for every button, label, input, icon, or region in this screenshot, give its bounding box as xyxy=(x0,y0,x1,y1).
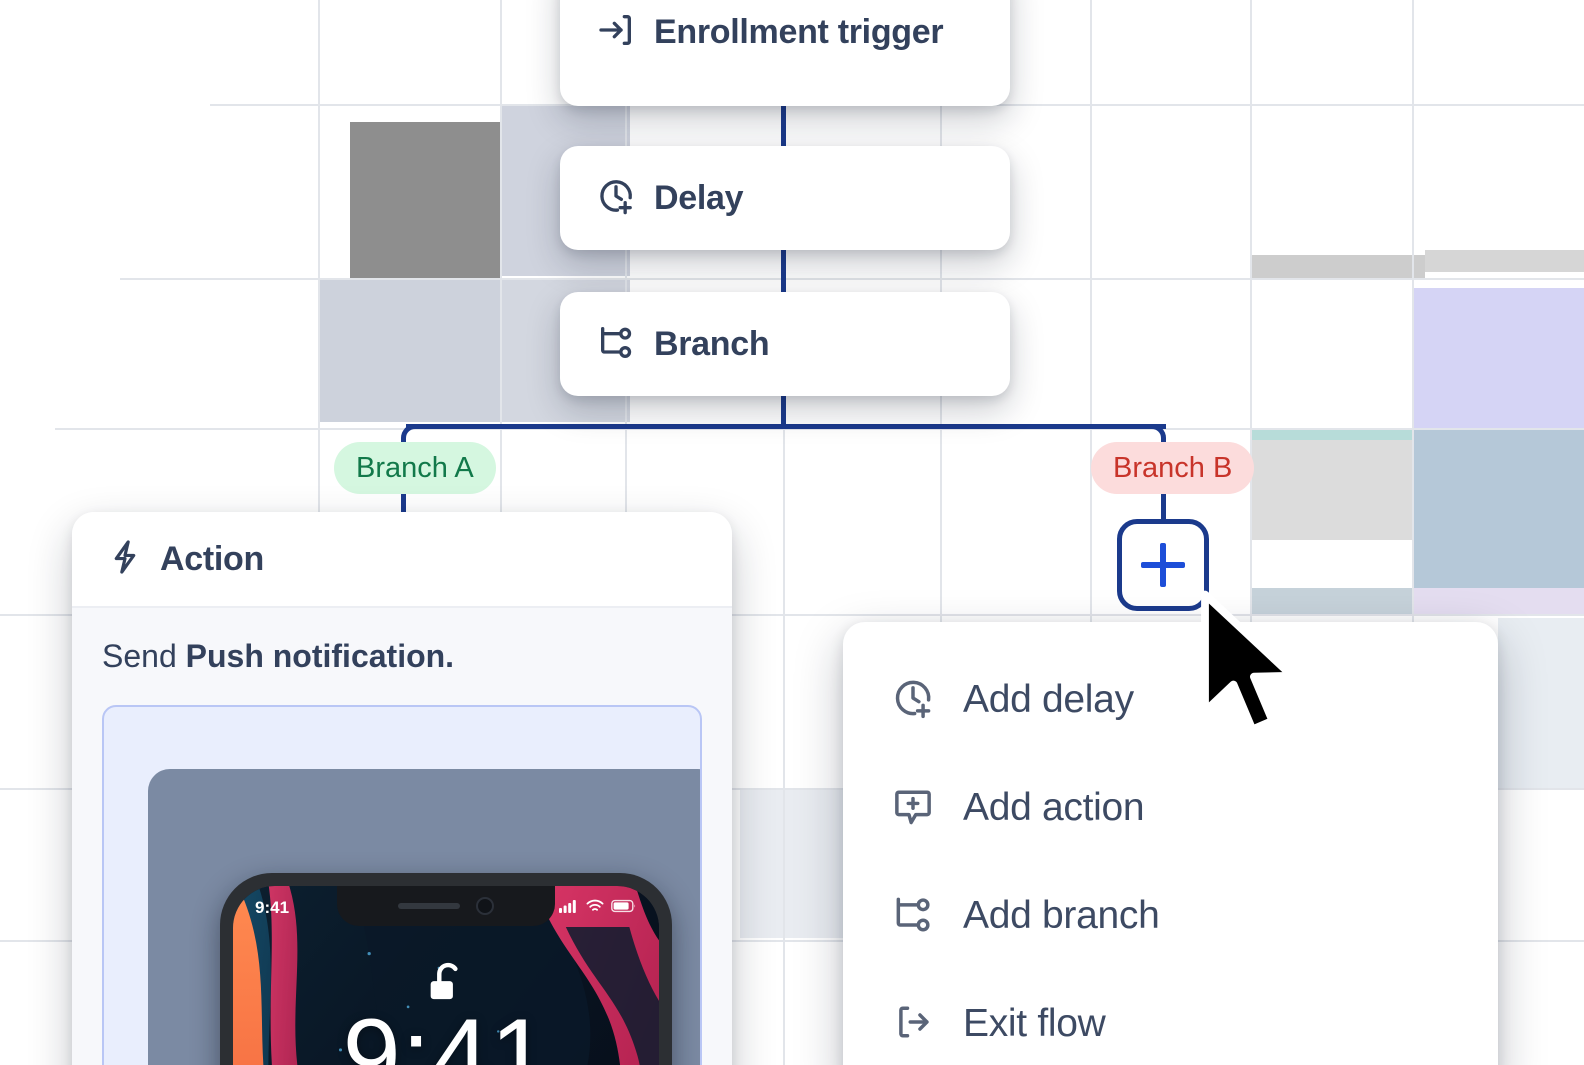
grid-cell xyxy=(1412,430,1584,595)
action-description-prefix: Send xyxy=(102,638,186,674)
menu-item-label: Add delay xyxy=(963,678,1134,721)
lightning-bolt-icon xyxy=(106,538,144,581)
menu-item-add-branch[interactable]: Add branch xyxy=(843,862,1498,970)
menu-item-add-action[interactable]: Add action xyxy=(843,754,1498,862)
connector-branch-split xyxy=(781,394,786,426)
connector-branch-bar xyxy=(406,424,1166,429)
grid-cell xyxy=(1498,618,1584,788)
phone-screen: 9:41 9:41 xyxy=(233,886,659,1065)
branch-pill-b[interactable]: Branch B xyxy=(1091,442,1255,494)
phone-lockscreen-clock: 9:41 xyxy=(342,998,550,1065)
grid-cell xyxy=(1250,255,1425,280)
action-card[interactable]: Action Send Push notification. 9:41 9:41 xyxy=(72,512,732,1065)
branch-pill-label: Branch A xyxy=(356,451,474,484)
phone-mockup: 9:41 9:41 xyxy=(220,873,672,1065)
flow-node-label: Enrollment trigger xyxy=(654,12,944,51)
connector-delay-branch xyxy=(781,248,786,298)
menu-item-label: Exit flow xyxy=(963,1002,1106,1045)
menu-item-label: Add branch xyxy=(963,894,1160,937)
flow-node-branch[interactable]: Branch xyxy=(560,292,1010,396)
message-plus-icon xyxy=(891,784,935,833)
grid-cell xyxy=(1250,430,1412,540)
action-card-title: Action xyxy=(160,539,264,578)
grid-cell xyxy=(740,788,850,938)
action-description-strong: Push notification. xyxy=(185,638,455,674)
battery-icon xyxy=(611,899,637,918)
branch-fork-icon xyxy=(891,892,935,941)
enrollment-trigger-icon xyxy=(596,10,636,55)
grid-cell xyxy=(1412,588,1584,616)
cellular-signal-icon xyxy=(559,899,579,918)
grid-cell xyxy=(1412,288,1584,428)
add-step-button[interactable] xyxy=(1117,519,1209,611)
action-description: Send Push notification. xyxy=(102,638,702,675)
menu-item-label: Add action xyxy=(963,786,1145,829)
grid-cell xyxy=(1250,104,1425,226)
branch-fork-icon xyxy=(596,322,636,367)
grid-cell xyxy=(1090,104,1250,276)
branch-pill-label: Branch B xyxy=(1113,451,1233,484)
flow-builder-canvas: Enrollment trigger Delay Branch Branch A… xyxy=(0,0,1584,1065)
grid-cell xyxy=(1425,250,1584,272)
flow-node-label: Branch xyxy=(654,324,770,363)
flow-node-delay[interactable]: Delay xyxy=(560,146,1010,250)
grid-cell xyxy=(170,192,350,280)
exit-arrow-icon xyxy=(891,1000,935,1049)
push-notification-preview: 9:41 9:41 xyxy=(102,705,702,1065)
connector-branch-b-down xyxy=(1161,490,1166,520)
action-card-header: Action xyxy=(72,512,732,608)
clock-plus-icon xyxy=(596,176,636,221)
branch-pill-a[interactable]: Branch A xyxy=(334,442,496,494)
status-bar-time: 9:41 xyxy=(255,898,290,917)
grid-cell xyxy=(1250,288,1412,428)
wifi-icon xyxy=(586,899,604,918)
flow-node-label: Delay xyxy=(654,178,744,217)
plus-icon-vertical xyxy=(1160,543,1166,587)
phone-status-bar: 9:41 xyxy=(233,895,659,921)
add-step-context-menu[interactable]: Add delay Add action Add branch Exit flo… xyxy=(843,622,1498,1065)
grid-cell xyxy=(1250,430,1412,440)
grid-cell xyxy=(320,280,500,422)
grid-cell xyxy=(1425,104,1584,226)
grid-line xyxy=(120,278,1584,280)
action-card-body: Send Push notification. 9:41 9:41 xyxy=(72,608,732,1065)
menu-item-exit-flow[interactable]: Exit flow xyxy=(843,970,1498,1065)
grid-cell xyxy=(1250,588,1412,616)
menu-item-add-delay[interactable]: Add delay xyxy=(843,646,1498,754)
grid-cell xyxy=(350,122,500,280)
flow-node-enrollment-trigger[interactable]: Enrollment trigger xyxy=(560,0,1010,106)
clock-plus-icon xyxy=(891,676,935,725)
grid-cell xyxy=(740,616,850,788)
